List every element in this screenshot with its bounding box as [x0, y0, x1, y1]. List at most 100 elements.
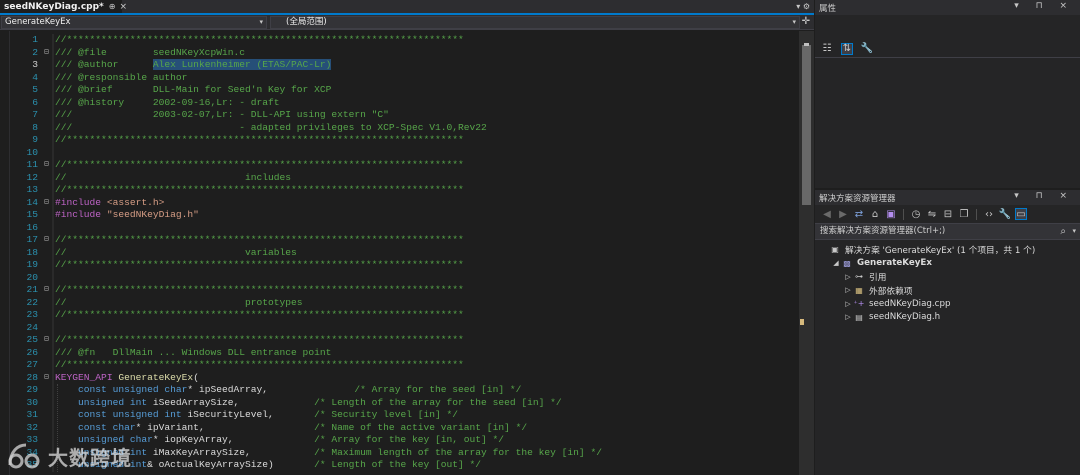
expand-arrow-icon[interactable]: ◢ [831, 259, 841, 267]
line-number: 31 [26, 409, 38, 420]
code-text: /// - adapted privileges to XCP-Spec V1.… [55, 122, 487, 135]
code-line[interactable]: 1 //*************************************… [0, 34, 799, 47]
project-icon: ▩ [843, 258, 851, 268]
chevron-down-icon[interactable]: ▾ [1072, 224, 1076, 239]
preview-selected-icon[interactable]: ▭ [1015, 208, 1027, 220]
line-number: 30 [26, 396, 38, 408]
document-tab-title: seedNKeyDiag.cpp* [4, 1, 104, 12]
fold-toggle-icon[interactable]: ⊟ [44, 334, 52, 347]
code-line[interactable]: 19 //************************************… [0, 259, 799, 272]
sync-icon[interactable]: ⇄ [853, 208, 865, 220]
pane-window-buttons[interactable]: ▾ ⊓ × [1014, 191, 1074, 201]
code-line[interactable]: 25 ⊟//***********************************… [0, 334, 799, 347]
code-line[interactable]: 23 //************************************… [0, 309, 799, 322]
alphabetical-icon[interactable]: ⇅ [841, 42, 853, 55]
search-icon[interactable]: ⌕ [1060, 224, 1066, 239]
tree-item-label: GenerateKeyEx [857, 258, 932, 269]
code-text: //**************************************… [55, 134, 464, 147]
code-line[interactable]: 27 //************************************… [0, 359, 799, 372]
fold-toggle-icon[interactable]: ⊟ [44, 47, 52, 60]
history-icon[interactable]: ◷ [910, 208, 922, 220]
code-line[interactable]: 22 // prototypes [0, 297, 799, 310]
code-line[interactable]: 24 [0, 322, 799, 335]
fold-toggle-icon[interactable]: ⊟ [44, 234, 52, 247]
code-token: unsigned int [78, 396, 148, 408]
forward-icon[interactable]: ▶ [837, 208, 849, 220]
tree-item[interactable]: ▷ ▦ 外部依赖项 [815, 284, 1080, 298]
vertical-scrollbar[interactable] [799, 31, 814, 475]
refresh-icon[interactable]: ⇋ [926, 208, 938, 220]
code-line[interactable]: 13 //************************************… [0, 184, 799, 197]
code-token: * ipVariant, [135, 421, 315, 433]
tree-item[interactable]: ◢ ▩ GenerateKeyEx [815, 257, 1080, 271]
split-editor-icon[interactable]: ✛ [802, 16, 810, 28]
home-icon[interactable]: ⌂ [869, 208, 881, 220]
code-token: /// @fn DllMain ... Windows DLL entrance… [55, 346, 332, 358]
code-text-area[interactable]: 1 //*************************************… [0, 31, 799, 475]
scrollbar-thumb[interactable] [802, 45, 811, 205]
code-line[interactable]: 8 /// - adapted privileges to XCP-Spec V1… [0, 122, 799, 135]
code-line[interactable]: 31 const unsigned int iSecurityLevel, /*… [0, 409, 799, 422]
tree-item[interactable]: ▷ ⊶ 引用 [815, 270, 1080, 284]
switch-views-icon[interactable]: ▣ [885, 208, 897, 220]
code-line[interactable]: 28 ⊟ KEYGEN_API GenerateKeyEx( [0, 372, 799, 385]
code-text: /// @author Alex Lunkenheimer (ETAS/PAC-… [55, 59, 332, 72]
tree-item-label: seedNKeyDiag.cpp [869, 298, 951, 309]
code-line[interactable]: 2 ⊟/// @file seedNKeyXcpWin.c [0, 47, 799, 60]
code-line[interactable]: 18 // variables [0, 247, 799, 260]
pane-window-buttons[interactable]: ▾ ⊓ × [1014, 1, 1074, 11]
pin-icon[interactable]: ⊕ [109, 2, 116, 11]
code-token: //**************************************… [55, 234, 464, 245]
code-line[interactable]: 12 // includes [0, 172, 799, 185]
code-line[interactable]: 3 /// @author Alex Lunkenheimer (ETAS/PAC… [0, 59, 799, 72]
code-line[interactable]: 4 /// @responsible author [0, 72, 799, 85]
fold-toggle-icon[interactable]: ⊟ [44, 284, 52, 297]
scope-dropdown[interactable]: GenerateKeyEx ▾ [1, 16, 267, 29]
fold-toggle-icon[interactable]: ⊟ [44, 159, 52, 172]
fold-toggle-icon[interactable]: ⊟ [44, 372, 52, 385]
code-line[interactable]: 20 [0, 272, 799, 285]
tree-item[interactable]: ▷ ▤ seedNKeyDiag.h [815, 311, 1080, 325]
expand-arrow-icon[interactable]: ▷ [843, 313, 853, 321]
expand-arrow-icon[interactable]: ▷ [843, 273, 853, 281]
solution-explorer-search-input[interactable]: 搜索解决方案资源管理器(Ctrl+;) ⌕ ▾ [815, 223, 1080, 240]
scope-dropdown-value: GenerateKeyEx [5, 17, 71, 27]
code-line[interactable]: 26 /// @fn DllMain ... Windows DLL entran… [0, 347, 799, 360]
code-token: Alex Lunkenheimer (ETAS/PAC-Lr) [152, 59, 332, 70]
code-line[interactable]: 17 ⊟//***********************************… [0, 234, 799, 247]
code-line[interactable]: 29 const unsigned char* ipSeedArray, /* … [0, 384, 799, 397]
back-icon[interactable]: ◀ [821, 208, 833, 220]
close-icon[interactable]: × [119, 2, 127, 12]
toolbar-separator [903, 208, 904, 220]
code-text: //**************************************… [55, 34, 464, 47]
tab-overflow-icon[interactable]: ▾ ⚙ [796, 0, 810, 13]
property-pages-icon[interactable]: 🔧 [861, 43, 873, 55]
code-line[interactable]: 6 /// @history 2002-09-16,Lr: - draft [0, 97, 799, 110]
fold-toggle-icon[interactable]: ⊟ [44, 197, 52, 210]
collapse-all-icon[interactable]: ⊟ [942, 208, 954, 220]
code-line[interactable]: 5 /// @brief DLL-Main for Seed'n Key for … [0, 84, 799, 97]
properties-pane: 属性 ▾ ⊓ × ☷ ⇅ 🔧 [815, 0, 1080, 188]
code-line[interactable]: 30 unsigned int iSeedArraySize, /* Lengt… [0, 397, 799, 410]
member-dropdown[interactable]: (全局范围) ▾ [270, 16, 800, 29]
tree-item[interactable]: ▣ 解决方案 'GenerateKeyEx' (1 个项目，共 1 个) [815, 243, 1080, 257]
code-line[interactable]: 9 //*************************************… [0, 134, 799, 147]
expand-arrow-icon[interactable]: ▷ [843, 300, 853, 308]
tree-item[interactable]: ▷ ⁺+ seedNKeyDiag.cpp [815, 297, 1080, 311]
code-line[interactable]: 10 [0, 147, 799, 160]
code-line[interactable]: 32 const char* ipVariant, /* Name of the… [0, 422, 799, 435]
code-line[interactable]: 16 [0, 222, 799, 235]
document-tab-seednkeydiag-cpp[interactable]: seedNKeyDiag.cpp* ⊕ × [0, 0, 127, 13]
code-line[interactable]: 15 #include "seedNKeyDiag.h" [0, 209, 799, 222]
code-line[interactable]: 11 ⊟//***********************************… [0, 159, 799, 172]
categorized-icon[interactable]: ☷ [821, 43, 833, 55]
code-token: /* Array for the seed [in] */ [354, 384, 522, 395]
code-line[interactable]: 21 ⊟//***********************************… [0, 284, 799, 297]
show-all-files-icon[interactable]: ❐ [958, 208, 970, 220]
code-line[interactable]: 14 ⊟ #include <assert.h> [0, 197, 799, 210]
code-line[interactable]: 7 /// 2003-02-07,Lr: - DLL-API using exte… [0, 109, 799, 122]
expand-arrow-icon[interactable]: ▷ [843, 286, 853, 294]
view-code-icon[interactable]: ‹› [983, 208, 995, 220]
properties-icon[interactable]: 🔧 [999, 208, 1011, 220]
